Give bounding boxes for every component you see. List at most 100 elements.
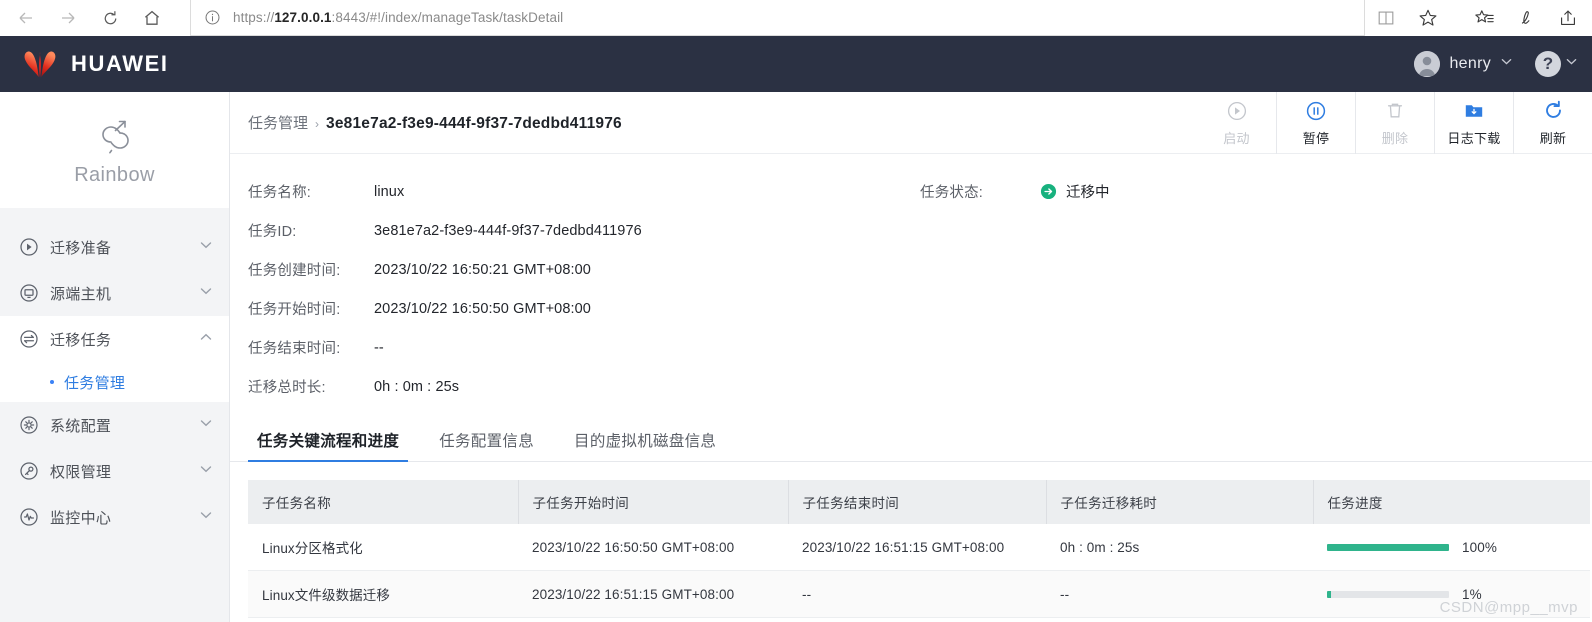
url-host: 127.0.0.1 [274,10,332,25]
progress-bar-fill [1327,590,1331,598]
task-detail-panel: 任务名称: linux 任务ID: 3e81e7a2-f3e9-444f-9f3… [230,154,1592,412]
cell-task-progress: 100% [1313,524,1590,571]
sidebar-group-migration-task: 迁移任务 任务管理 [0,316,229,402]
column-header-subtask-elapsed: 子任务迁移耗时 [1046,480,1314,524]
detail-value: 0h : 0m : 25s [374,378,460,395]
cell-subtask-elapsed: 0h : 0m : 25s [1046,524,1313,571]
reading-view-icon[interactable] [1365,0,1407,36]
reload-button[interactable] [90,2,130,34]
reload-icon [101,9,120,28]
detail-value: 2023/10/22 16:50:21 GMT+08:00 [374,261,591,278]
sidebar-item-permission[interactable]: 权限管理 [0,448,229,494]
cell-subtask-elapsed: -- [1046,570,1313,618]
play-circle-icon [1226,99,1248,123]
action-label: 启动 [1223,130,1250,146]
reading-list-icon[interactable] [1463,0,1505,36]
sidebar-item-label: 迁移任务 [50,331,112,349]
brand-name: HUAWEI [71,51,169,76]
browser-toolbar-icons [1365,0,1589,36]
sidebar-item-label: 源端主机 [50,285,112,303]
subtask-table-wrap: 子任务名称 子任务开始时间 子任务结束时间 子任务迁移耗时 任务进度 Linux… [230,462,1592,622]
url-scheme: https:// [233,10,275,25]
delete-button[interactable]: 删除 [1355,92,1434,154]
column-header-subtask-start: 子任务开始时间 [518,480,789,524]
tab-target-vm-disk[interactable]: 目的虚拟机磁盘信息 [565,429,725,461]
app-header: HUAWEI henry ? [0,36,1592,92]
progress-bar [1327,590,1449,598]
start-button[interactable]: 启动 [1197,92,1276,154]
arrow-left-icon [16,8,36,28]
huawei-logo-icon [20,49,60,79]
detail-label: 任务ID: [248,224,297,240]
pause-button[interactable]: 暂停 [1276,92,1355,154]
refresh-button[interactable]: 刷新 [1513,92,1592,154]
action-label: 删除 [1381,130,1409,146]
action-bar: 启动 暂停 删除 日志下载 刷新 [1197,92,1592,154]
subtask-table: 子任务名称 子任务开始时间 子任务结束时间 子任务迁移耗时 任务进度 Linux… [248,480,1590,618]
forward-button[interactable] [48,2,88,34]
bullet-icon [50,380,54,384]
detail-row-total-duration: 迁移总时长: 0h : 0m : 25s [248,367,1592,406]
address-bar[interactable]: https://127.0.0.1:8443/#!/index/manageTa… [190,0,1365,36]
cell-subtask-start: 2023/10/22 16:50:50 GMT+08:00 [518,524,788,571]
product-logo-block: Rainbow [0,92,229,208]
sidebar-item-label: 权限管理 [50,463,112,481]
table-row[interactable]: Linux分区格式化 2023/10/22 16:50:50 GMT+08:00… [248,524,1590,571]
url-text: https://127.0.0.1:8443/#!/index/manageTa… [233,10,563,25]
trash-icon [1384,99,1406,123]
breadcrumb-parent[interactable]: 任务管理 [248,112,308,133]
play-circle-icon [18,236,40,258]
sidebar-group-migration-prep: 迁移准备 [0,224,229,270]
sidebar: Rainbow 迁移准备 源端主机 迁移任务 任务管理 系统配置 权限管理 监控… [0,92,230,622]
user-name: henry [1449,55,1491,72]
share-icon[interactable] [1547,0,1589,36]
cell-subtask-end: 2023/10/22 16:51:15 GMT+08:00 [788,524,1046,571]
breadcrumb: 任务管理 › 3e81e7a2-f3e9-444f-9f37-7dedbd411… [248,112,622,133]
user-menu[interactable]: henry [1404,47,1523,81]
pulse-circle-icon [18,506,40,528]
sidebar-nav: 迁移准备 源端主机 迁移任务 任务管理 系统配置 权限管理 监控中心 [0,208,229,540]
site-info-icon[interactable] [201,7,223,29]
ink-pen-icon[interactable] [1505,0,1547,36]
sidebar-group-source-host: 源端主机 [0,270,229,316]
folder-download-icon [1463,99,1485,123]
chevron-up-icon [199,330,213,349]
progress-percent: 1% [1462,586,1482,602]
breadcrumb-current: 3e81e7a2-f3e9-444f-9f37-7dedbd411976 [326,115,622,132]
action-label: 刷新 [1539,130,1567,146]
column-header-subtask-end: 子任务结束时间 [788,480,1047,524]
tab-key-process-progress[interactable]: 任务关键流程和进度 [248,429,409,462]
help-icon: ? [1535,51,1561,77]
chevron-down-icon [199,462,213,481]
migrating-arrow-icon [1040,183,1057,200]
help-menu[interactable]: ? [1527,47,1586,81]
status-badge: 迁移中 [1040,181,1110,202]
app-shell: Rainbow 迁移准备 源端主机 迁移任务 任务管理 系统配置 权限管理 监控… [0,92,1592,622]
home-button[interactable] [132,2,172,34]
sidebar-item-monitor-center[interactable]: 监控中心 [0,494,229,540]
sidebar-item-system-config[interactable]: 系统配置 [0,402,229,448]
detail-label: 任务开始时间: [248,302,341,318]
sidebar-item-migration-task[interactable]: 迁移任务 [0,316,229,362]
log-download-button[interactable]: 日志下载 [1434,92,1513,154]
detail-value: -- [374,339,384,356]
sidebar-subitem-label: 任务管理 [64,374,126,392]
tab-task-config[interactable]: 任务配置信息 [430,429,543,461]
home-icon [142,8,162,28]
sidebar-item-source-host[interactable]: 源端主机 [0,270,229,316]
monitor-circle-icon [18,282,40,304]
status-label: 任务状态: [920,185,984,201]
table-row[interactable]: Linux文件级数据迁移 2023/10/22 16:51:15 GMT+08:… [248,570,1590,618]
sidebar-item-task-management[interactable]: 任务管理 [0,362,229,402]
pause-circle-icon [1305,99,1327,123]
brand-block[interactable]: HUAWEI [0,49,169,79]
detail-label: 迁移总时长: [248,380,326,396]
cell-subtask-start: 2023/10/22 16:51:15 GMT+08:00 [518,570,788,618]
detail-value: linux [374,183,405,200]
favorite-star-icon[interactable] [1407,0,1449,36]
detail-value: 2023/10/22 16:50:50 GMT+08:00 [374,300,591,317]
sidebar-item-migration-prep[interactable]: 迁移准备 [0,224,229,270]
key-circle-icon [18,460,40,482]
back-button[interactable] [6,2,46,34]
gear-circle-icon [18,414,40,436]
